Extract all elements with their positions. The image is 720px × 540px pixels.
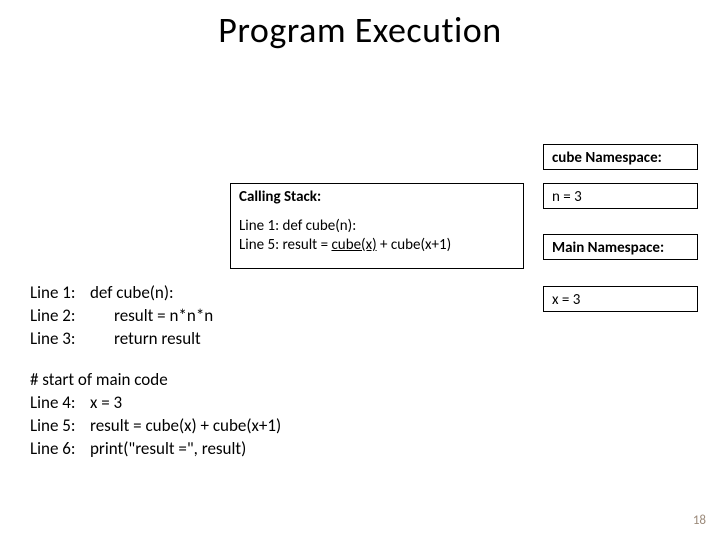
cube-namespace-label: cube Namespace:	[543, 144, 698, 170]
calling-stack-header: Calling Stack:	[239, 188, 515, 207]
code-line-6: Line 6: print("result =", result)	[30, 438, 281, 461]
code-comment: # start of main code	[30, 369, 281, 392]
code-line-1: Line 1: def cube(n):	[30, 282, 281, 305]
stack-line-2-post: + cube(x+1)	[377, 236, 452, 254]
line-label: Line 6:	[30, 438, 90, 461]
main-namespace-label: Main Namespace:	[543, 234, 698, 260]
code-line-2: Line 2: result = n*n*n	[30, 305, 281, 328]
stack-line-2: Line 5: result = cube(x) + cube(x+1)	[239, 236, 515, 255]
code-block: Line 1: def cube(n): Line 2: result = n*…	[30, 282, 281, 461]
slide: Program Execution cube Namespace: Callin…	[0, 0, 720, 540]
page-number: 18	[693, 513, 706, 528]
line-label: Line 5:	[30, 415, 90, 438]
stack-line-2-call: cube(x)	[331, 236, 376, 254]
line-label: Line 1:	[30, 282, 90, 305]
line-label: Line 4:	[30, 392, 90, 415]
line-text: return result	[90, 328, 201, 351]
line-text: result = cube(x) + cube(x+1)	[90, 415, 281, 438]
line-text: x = 3	[90, 392, 122, 415]
code-line-5: Line 5: result = cube(x) + cube(x+1)	[30, 415, 281, 438]
line-label: Line 2:	[30, 305, 90, 328]
stack-line-1: Line 1: def cube(n):	[239, 217, 515, 236]
line-label: Line 3:	[30, 328, 90, 351]
line-text: def cube(n):	[90, 282, 174, 305]
stack-line-2-pre: Line 5: result =	[239, 236, 331, 254]
code-line-3: Line 3: return result	[30, 328, 281, 351]
main-namespace-value: x = 3	[543, 286, 698, 312]
line-text: result = n*n*n	[90, 305, 213, 328]
cube-namespace-value: n = 3	[543, 183, 698, 209]
calling-stack-box: Calling Stack: Line 1: def cube(n): Line…	[230, 183, 524, 269]
code-line-4: Line 4: x = 3	[30, 392, 281, 415]
line-text: print("result =", result)	[90, 438, 246, 461]
slide-title: Program Execution	[0, 8, 720, 52]
